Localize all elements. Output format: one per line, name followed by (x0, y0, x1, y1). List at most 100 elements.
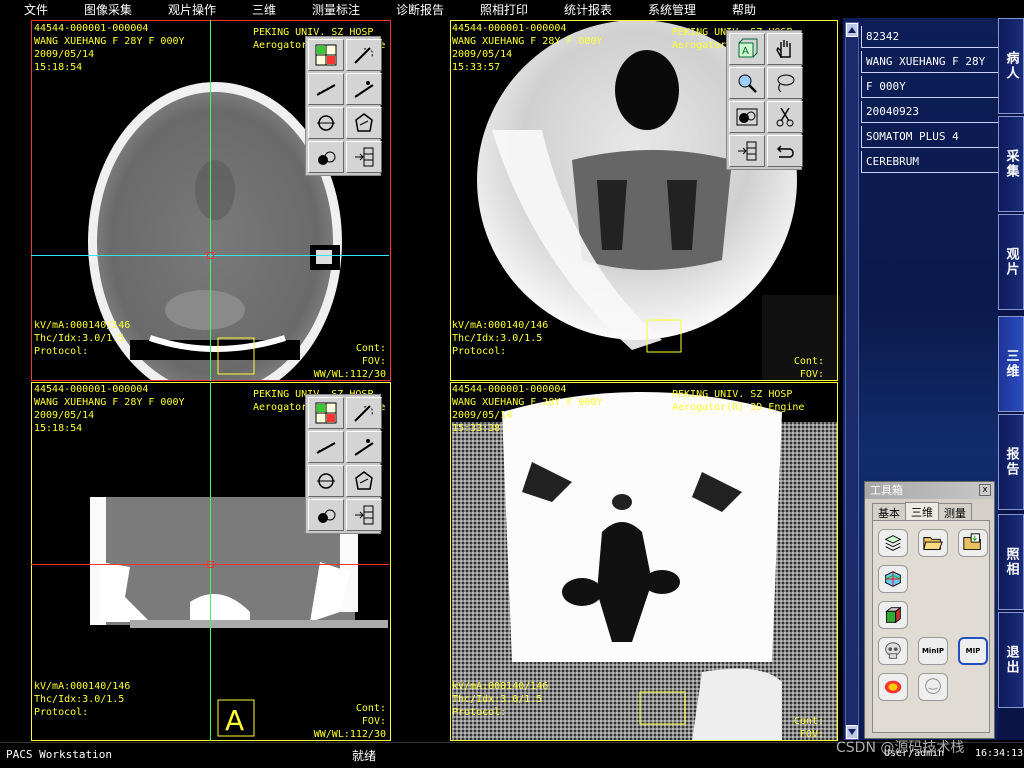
crosshair-center (207, 561, 214, 568)
view-3d-button[interactable]: A (729, 33, 765, 65)
color-map-button[interactable] (878, 673, 908, 701)
study-id: 44544-000001-000004 (34, 23, 149, 34)
viewport-3d-vr[interactable]: 44544-000001-000004 WANG XUEHANG F 28Y F… (422, 20, 840, 381)
layout-button[interactable] (308, 397, 344, 429)
contrast: Cont: (793, 356, 824, 367)
export-button[interactable] (346, 499, 382, 531)
study-date: 2009/05/14 (452, 49, 513, 60)
zoom-button[interactable] (729, 67, 765, 99)
angle-button[interactable] (308, 465, 344, 497)
magnifier-icon (738, 74, 757, 93)
menu-help[interactable]: 帮助 (732, 1, 756, 18)
thickness-index: Thc/Idx:3.0/1.5 (452, 694, 543, 705)
overlay-bottom-left: kV/mA:000140/146 Thc/Idx:3.0/1.5 Protoco… (452, 680, 548, 719)
study-date: 2009/05/14 (34, 410, 95, 421)
kv-ma: kV/mA:000140/146 (452, 320, 549, 331)
stack-button[interactable] (878, 529, 908, 557)
skull-render-button[interactable] (878, 637, 908, 665)
tab-viewing[interactable]: 观片 (998, 214, 1024, 310)
protocol: Protocol: (34, 707, 89, 718)
menu-file[interactable]: 文件 (24, 1, 48, 18)
body-part: CEREBRUM (861, 151, 998, 173)
side-tab-bar: 病人 采集 观片 三维 报告 照相 退出 (998, 18, 1024, 740)
ruler-curve-icon (354, 405, 373, 422)
study-time: 15:33:57 (452, 62, 501, 73)
window-level: WW/WL:112/30 (313, 369, 386, 380)
kv-ma: kV/mA:000140/146 (34, 681, 131, 692)
open-button[interactable] (918, 529, 948, 557)
polygon-button[interactable] (346, 107, 382, 139)
angle-button[interactable] (308, 107, 344, 139)
tab-exit[interactable]: 退出 (998, 612, 1024, 708)
point-ruler-button[interactable] (346, 431, 382, 463)
overlay-bottom-left: kV/mA:000140/146 Thc/Idx:3.0/1.5 Protoco… (34, 319, 130, 358)
menu-statistics[interactable]: 统计报表 (564, 1, 612, 18)
toolbox-close-button[interactable]: x (979, 484, 991, 496)
study-date-field: 20040923 (861, 101, 998, 123)
ruler-button[interactable] (308, 73, 344, 105)
tab-acquisition[interactable]: 采集 (998, 116, 1024, 212)
region-3d-button[interactable] (729, 101, 765, 133)
viewport-coronal[interactable]: A 44544-000001-000004 WANG XUEHANG F 28Y… (0, 382, 420, 741)
menu-measure[interactable]: 测量标注 (312, 1, 360, 18)
polygon-button[interactable] (346, 465, 382, 497)
kv-ma: kV/mA:000140/146 (34, 320, 131, 331)
layout-button[interactable] (308, 39, 344, 71)
mpr-planes-icon (885, 571, 901, 587)
contrast: Cont: (355, 703, 386, 714)
export-3d-button[interactable] (729, 135, 765, 167)
undo-icon (776, 145, 794, 158)
menu-print[interactable]: 照相打印 (480, 1, 528, 18)
minip-button[interactable]: MinIP (918, 637, 948, 665)
thickness-index: Thc/Idx:3.0/1.5 (452, 333, 543, 344)
ruler-button[interactable] (308, 431, 344, 463)
surface-render-button[interactable] (918, 673, 948, 701)
grid-layout-icon (315, 44, 337, 66)
export-button[interactable] (346, 141, 382, 173)
tab-3d-tools[interactable]: 三维 (905, 502, 939, 521)
volume-button[interactable] (878, 601, 908, 629)
overlay-top-right: PEKING UNIV. SZ HOSP Aerogator(R) 3D Eng… (672, 388, 804, 414)
menu-viewing[interactable]: 观片操作 (168, 1, 216, 18)
mpr-button[interactable] (878, 565, 908, 593)
circle-roi-icon (317, 115, 335, 131)
patient-name: WANG XUEHANG F 28Y (861, 51, 998, 73)
menu-image-acquisition[interactable]: 图像采集 (84, 1, 132, 18)
tab-3d[interactable]: 三维 (998, 316, 1024, 412)
skull-icon (885, 642, 901, 659)
point-ruler-button[interactable] (346, 73, 382, 105)
engine-name: Aerogator(R) 3D Engine (672, 402, 805, 413)
overlay-bottom-right: Cont: FOV: WW/WL:112/30 (314, 702, 386, 741)
cube-letter-icon: A (738, 38, 758, 58)
menu-3d[interactable]: 三维 (252, 1, 276, 18)
patient-line: WANG XUEHANG F 28Y F 000Y (34, 397, 185, 408)
overlay-bottom-right: Cont: FOV: WW/WL:112/30 (314, 342, 386, 381)
region-button[interactable] (308, 499, 344, 531)
pan-button[interactable] (767, 33, 803, 65)
menu-report[interactable]: 诊断报告 (396, 1, 444, 18)
viewport-3d-minip[interactable]: 44544-000001-000004 WANG XUEHANG F 28Y F… (422, 382, 840, 741)
scroll-up-button[interactable] (846, 23, 858, 37)
lasso-button[interactable] (767, 67, 803, 99)
annotate-button[interactable] (346, 39, 382, 71)
panel-scrollbar[interactable] (845, 22, 859, 740)
watermark: CSDN @源码技术栈 (836, 740, 965, 756)
annotate-button[interactable] (346, 397, 382, 429)
study-id: 44544-000001-000004 (34, 384, 149, 395)
tab-report[interactable]: 报告 (998, 414, 1024, 510)
region-button[interactable] (308, 141, 344, 173)
menu-system[interactable]: 系统管理 (648, 1, 696, 18)
ruler-icon (316, 84, 336, 96)
skull-surface-icon (925, 678, 941, 694)
protocol: Protocol: (452, 346, 507, 357)
toolbox-title[interactable]: 工具箱 (865, 482, 994, 499)
save-button[interactable] (958, 529, 988, 557)
study-id: 44544-000001-000004 (452, 384, 567, 395)
cut-button[interactable] (767, 101, 803, 133)
tab-patient[interactable]: 病人 (998, 18, 1024, 114)
tab-photo[interactable]: 照相 (998, 514, 1024, 610)
viewport-axial[interactable]: 44544-000001-000004 WANG XUEHANG F 28Y F… (0, 20, 420, 381)
fov: FOV: (799, 729, 824, 740)
undo-button[interactable] (767, 135, 803, 167)
mip-button[interactable]: MIP (958, 637, 988, 665)
